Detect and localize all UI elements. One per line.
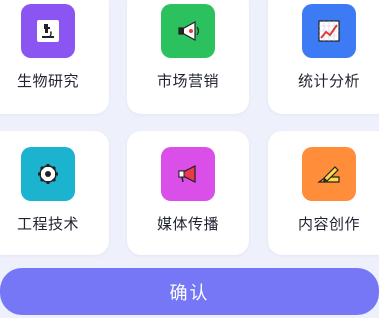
- category-card-marketing[interactable]: 市场营销: [127, 0, 249, 114]
- chart-icon: [302, 4, 356, 58]
- microscope-icon: [21, 4, 75, 58]
- category-label: 内容创作: [297, 215, 360, 233]
- confirm-button[interactable]: 确认: [0, 268, 379, 315]
- category-label: 生物研究: [16, 72, 79, 90]
- category-card-media[interactable]: 媒体传播: [127, 131, 249, 255]
- category-card-content[interactable]: 内容创作: [268, 131, 379, 255]
- category-label: 统计分析: [297, 72, 360, 90]
- category-label: 市场营销: [156, 72, 219, 90]
- gear-icon: [21, 147, 75, 201]
- category-card-engineering[interactable]: 工程技术: [0, 131, 109, 255]
- category-card-statistics[interactable]: 统计分析: [268, 0, 379, 114]
- bullhorn-icon: [161, 147, 215, 201]
- category-label: 媒体传播: [156, 215, 219, 233]
- category-card-bio[interactable]: 生物研究: [0, 0, 109, 114]
- pen-icon: [302, 147, 356, 201]
- megaphone-icon: [161, 4, 215, 58]
- category-label: 工程技术: [16, 215, 79, 233]
